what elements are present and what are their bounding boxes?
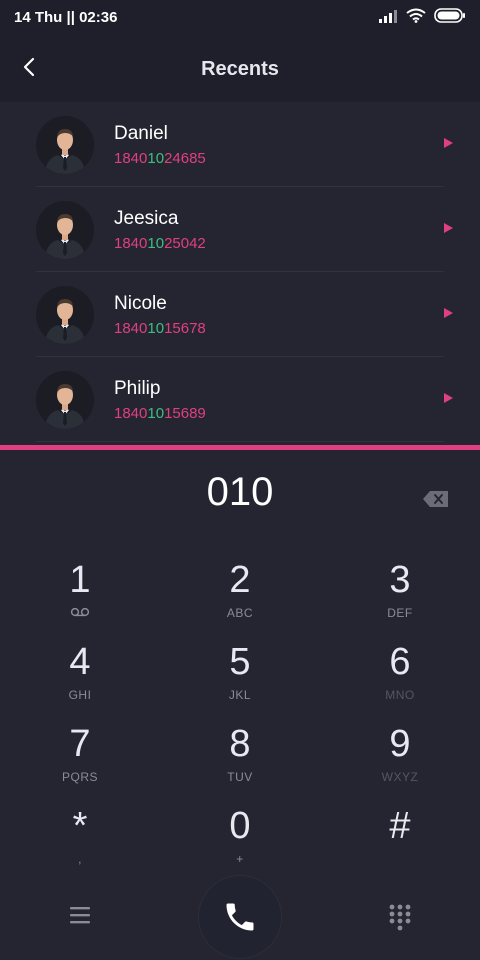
key-star[interactable]: * , [20,806,140,886]
key-digit: * [72,805,88,847]
key-2[interactable]: 2 ABC [180,560,300,640]
key-4[interactable]: 4 GHI [20,642,140,722]
key-hash[interactable]: # [340,806,460,886]
voicemail-icon [70,607,90,617]
contact-number: 18401025042 [114,235,206,252]
contact-row-daniel[interactable]: Daniel 18401024685 [0,102,480,187]
status-time: 14 Thu || 02:36 [14,9,118,26]
contact-row-jeesica[interactable]: Jeesica 18401025042 [0,187,480,272]
play-arrow-icon[interactable] [444,393,453,403]
key-sub: PQRS [61,770,98,784]
key-8[interactable]: 8 TUV [180,724,300,804]
contact-number: 18401024685 [114,150,206,167]
key-digit: 2 [229,559,251,601]
header: Recents [0,34,480,102]
play-arrow-icon[interactable] [444,223,453,233]
number-suffix: 25042 [164,235,206,252]
avatar [36,371,94,429]
key-digit: 5 [229,641,251,683]
backspace-icon[interactable] [422,489,450,509]
key-digit: 7 [69,723,91,765]
key-sub [340,852,460,866]
recents-list: Daniel 18401024685 Jeesica 18401025042 N… [0,102,480,445]
divider [36,441,444,442]
person-avatar-icon [36,201,94,259]
key-digit: 8 [229,723,251,765]
person-avatar-icon [36,116,94,174]
number-suffix: 15678 [164,320,206,337]
number-prefix: 1840 [114,150,148,167]
number-suffix: 15689 [164,405,206,422]
phone-icon [226,903,254,931]
play-arrow-icon[interactable] [444,308,453,318]
key-sub: DEF [387,606,413,620]
contact-row-nicole[interactable]: Nicole 18401015678 [0,272,480,357]
key-6[interactable]: 6 MNO [340,642,460,722]
person-avatar-icon [36,371,94,429]
key-sub: WXYZ [381,770,419,784]
menu-icon[interactable] [68,904,92,926]
key-9[interactable]: 9 WXYZ [340,724,460,804]
signal-icon [379,9,397,23]
number-match: 10 [147,405,165,422]
number-prefix: 1840 [114,320,148,337]
key-sub: , [78,852,82,866]
key-digit: 9 [389,723,411,765]
key-digit: 6 [389,641,411,683]
key-digit: 4 [69,641,91,683]
key-digit: 0 [229,805,251,847]
contact-number: 18401015689 [114,405,206,422]
key-1[interactable]: 1 [20,560,140,640]
battery-icon [434,8,465,23]
number-match: 10 [147,235,165,252]
contact-number: 18401015678 [114,320,206,337]
page-title: Recents [201,58,279,80]
accent-divider [0,445,480,450]
contact-name: Daniel [114,123,168,144]
status-icons [378,8,466,23]
number-match: 10 [147,150,165,167]
key-sub: GHI [68,688,92,702]
key-sub [20,606,140,620]
key-sub: + [236,852,244,866]
contact-name: Nicole [114,293,167,314]
key-digit: # [389,805,411,847]
key-digit: 1 [69,559,91,601]
wifi-icon [406,8,426,23]
key-0[interactable]: 0 + [180,806,300,886]
key-sub: TUV [227,770,253,784]
contact-name: Philip [114,378,161,399]
key-sub: MNO [385,688,415,702]
call-button[interactable] [199,876,281,958]
person-avatar-icon [36,286,94,344]
dialpad-icon[interactable] [388,903,412,931]
play-arrow-icon[interactable] [444,138,453,148]
number-suffix: 24685 [164,150,206,167]
number-prefix: 1840 [114,405,148,422]
status-bar: 14 Thu || 02:36 [0,0,480,34]
number-match: 10 [147,320,165,337]
key-7[interactable]: 7 PQRS [20,724,140,804]
avatar [36,116,94,174]
contact-name: Jeesica [114,208,179,229]
dialed-number: 010 [206,470,274,514]
key-3[interactable]: 3 DEF [340,560,460,640]
key-sub: ABC [226,606,254,620]
contact-row-philip[interactable]: Philip 18401015689 [0,357,480,442]
avatar [36,201,94,259]
key-digit: 3 [389,559,411,601]
avatar [36,286,94,344]
number-prefix: 1840 [114,235,148,252]
key-sub: JKL [228,688,252,702]
key-5[interactable]: 5 JKL [180,642,300,722]
bottom-bar [0,876,480,960]
